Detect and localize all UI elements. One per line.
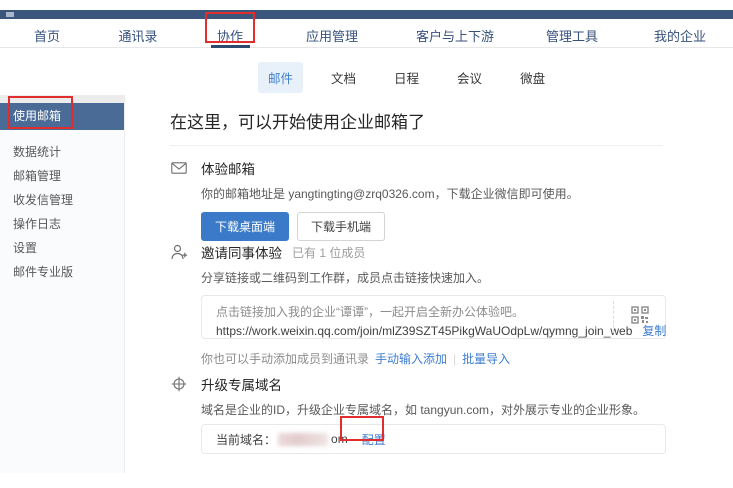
section-mailbox: 体验邮箱 你的邮箱地址是 yangtingting@zrq0326.com，下载…	[170, 158, 665, 241]
tab-mail[interactable]: 邮件	[258, 62, 303, 93]
section-domain: 升级专属域名 域名是企业的ID，升级企业专属域名，如 tangyun.com，对…	[170, 374, 665, 454]
domain-desc: 域名是企业的ID，升级企业专属域名，如 tangyun.com，对外展示专业的企…	[201, 401, 665, 418]
share-link-box: 点击链接加入我的企业“谭谭”，一起开启全新办公体验吧。 https://work…	[201, 295, 666, 339]
nav-item-customers[interactable]: 客户与上下游	[416, 26, 494, 45]
nav-active-underline	[211, 45, 250, 48]
logo-fragment	[6, 12, 14, 17]
current-domain-box: 当前域名： om 配置	[201, 424, 666, 454]
redacted-domain-value	[278, 433, 328, 446]
collaboration-subnav: 邮件 文档 日程 会议 微盘	[258, 62, 555, 93]
mailbox-section-title: 体验邮箱	[201, 158, 255, 178]
nav-item-contacts[interactable]: 通讯录	[118, 26, 157, 45]
nav-item-my-enterprise[interactable]: 我的企业	[654, 26, 706, 45]
page-title: 在这里，可以开始使用企业邮箱了	[170, 108, 425, 133]
nav-item-admin-tools[interactable]: 管理工具	[546, 26, 598, 45]
link-separator: |	[453, 352, 456, 366]
configure-link[interactable]: 配置	[362, 431, 386, 448]
tab-meeting[interactable]: 会议	[447, 62, 492, 93]
member-count-badge: 已有 1 位成员	[292, 244, 365, 261]
sidebar-item-data-stats[interactable]: 数据统计	[0, 140, 124, 164]
sidebar-item-send-receive-management[interactable]: 收发信管理	[0, 188, 124, 212]
current-domain-label: 当前域名：	[216, 431, 276, 448]
download-desktop-button[interactable]: 下载桌面端	[201, 212, 289, 241]
envelope-icon	[170, 162, 188, 174]
domain-section-title: 升级专属域名	[201, 374, 282, 394]
sidebar-item-use-mailbox[interactable]: 使用邮箱	[0, 103, 124, 130]
mailbox-address-text: 你的邮箱地址是 yangtingting@zrq0326.com，下载企业微信即…	[201, 185, 665, 202]
title-divider	[170, 145, 663, 146]
person-add-icon	[170, 244, 188, 260]
invite-section-title: 邀请同事体验	[201, 242, 282, 262]
share-invite-text: 点击链接加入我的企业“谭谭”，一起开启全新办公体验吧。	[216, 303, 651, 320]
tab-drive[interactable]: 微盘	[510, 62, 555, 93]
share-invite-link: https://work.weixin.qq.com/join/mlZ39SZT…	[216, 324, 632, 338]
sidebar-item-mailbox-management[interactable]: 邮箱管理	[0, 164, 124, 188]
sidebar-item-operation-log[interactable]: 操作日志	[0, 212, 124, 236]
invite-desc: 分享链接或二维码到工作群，成员点击链接快速加入。	[201, 269, 665, 286]
sidebar-item-mail-pro[interactable]: 邮件专业版	[0, 260, 124, 284]
batch-import-link[interactable]: 批量导入	[462, 352, 510, 366]
nav-item-home[interactable]: 首页	[34, 26, 60, 45]
section-invite: 邀请同事体验 已有 1 位成员 分享链接或二维码到工作群，成员点击链接快速加入。…	[170, 242, 665, 367]
main-nav: 首页 通讯录 协作 应用管理 客户与上下游 管理工具 我的企业	[0, 19, 733, 48]
sidebar-list: 数据统计 邮箱管理 收发信管理 操作日志 设置 邮件专业版	[0, 140, 124, 284]
sidebar-top-strip	[0, 95, 125, 103]
tab-calendar[interactable]: 日程	[384, 62, 429, 93]
manual-add-hint: 你也可以手动添加成员到通讯录	[201, 352, 369, 366]
qr-area	[613, 301, 665, 333]
qr-code-icon[interactable]	[631, 306, 649, 329]
tab-docs[interactable]: 文档	[321, 62, 366, 93]
download-mobile-button[interactable]: 下载手机端	[297, 212, 385, 241]
sidebar: 使用邮箱 数据统计 邮箱管理 收发信管理 操作日志 设置 邮件专业版	[0, 95, 125, 473]
window-top-bar	[0, 10, 733, 19]
manual-add-link[interactable]: 手动输入添加	[375, 352, 447, 366]
domain-suffix: om	[331, 432, 348, 446]
nav-item-collaboration[interactable]: 协作	[217, 26, 243, 45]
nav-item-app-management[interactable]: 应用管理	[306, 26, 358, 45]
globe-icon	[170, 376, 188, 392]
sidebar-item-settings[interactable]: 设置	[0, 236, 124, 260]
